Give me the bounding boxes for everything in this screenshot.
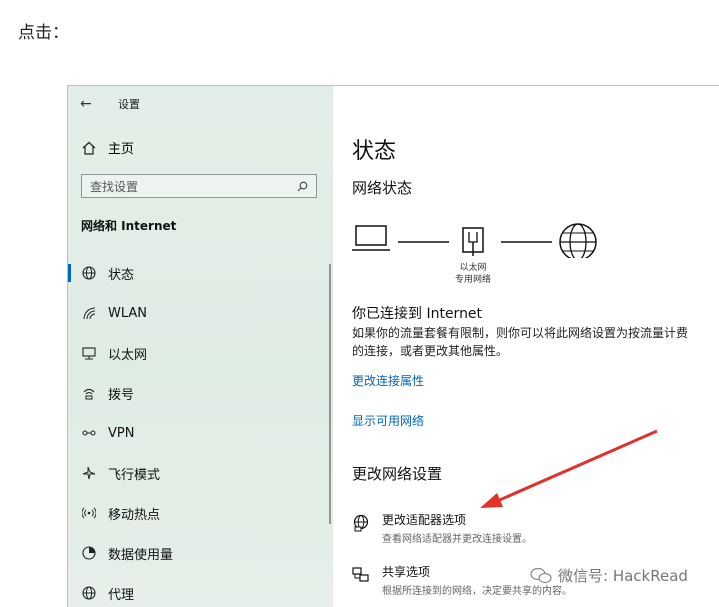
change-network-settings-heading: 更改网络设置 [352,465,443,483]
wifi-icon [80,306,98,320]
laptop-icon [352,225,390,251]
network-status-heading: 网络状态 [352,179,413,197]
settings-window: ← 设置 主页 查找设置 网络和 Internet 状态 WLAN 以太网 拨号… [67,85,719,607]
airplane-icon [80,466,98,480]
sidebar-item-ethernet[interactable]: 以太网 [68,334,328,372]
vpn-icon [80,426,98,440]
change-adapter-options[interactable]: 更改适配器选项 查看网络适配器并更改连接设置。 [352,511,532,545]
title-bar: ← 设置 [80,94,140,114]
wechat-icon [530,567,552,583]
globe-icon [80,266,98,280]
network-diagram: 以太网 专用网络 [352,218,612,285]
search-input[interactable]: 查找设置 [81,174,317,198]
watermark: 微信号: HackRead [530,565,688,586]
sidebar-item-label: VPN [108,425,135,441]
watermark-text: 微信号: HackRead [558,567,688,585]
sidebar-item-label: 代理 [108,587,135,603]
window-title: 设置 [118,98,140,111]
data-usage-icon [80,546,98,560]
sidebar-item-label: 移动热点 [108,507,161,523]
sidebar: ← 设置 主页 查找设置 网络和 Internet 状态 WLAN 以太网 拨号… [68,86,333,607]
share-icon [352,563,374,597]
sidebar-item-label: 飞行模式 [108,467,161,483]
option-title: 更改适配器选项 [382,513,467,527]
internet-globe-icon [559,223,597,261]
sidebar-item-label: 状态 [108,267,135,283]
search-placeholder: 查找设置 [90,179,139,194]
home-label: 主页 [108,142,135,157]
sidebar-item-airplane[interactable]: 飞行模式 [68,454,328,492]
sidebar-scrollbar[interactable] [329,264,331,524]
sidebar-item-label: 数据使用量 [108,547,174,563]
sidebar-item-dialup[interactable]: 拨号 [68,374,328,412]
home-icon [82,141,96,155]
sidebar-item-proxy[interactable]: 代理 [68,574,328,607]
home-nav-item[interactable]: 主页 [82,138,134,157]
adapter-label: 以太网 [459,263,487,273]
hotspot-icon [80,506,98,520]
back-arrow-icon[interactable]: ← [80,96,108,112]
connected-title: 你已连接到 Internet [352,306,483,322]
show-available-networks-link[interactable]: 显示可用网络 [352,412,424,429]
network-profile-label: 专用网络 [454,275,491,285]
proxy-globe-icon [80,586,98,600]
sidebar-item-vpn[interactable]: VPN [68,414,328,452]
page-caption: 点击： [18,23,69,43]
sidebar-item-label: WLAN [108,305,148,321]
connected-description: 如果你的流量套餐有限制，则你可以将此网络设置为按流量计费的连接，或者更改其他属性… [352,326,689,358]
adapter-globe-icon [352,511,374,545]
sidebar-item-label: 拨号 [108,387,135,403]
page-title: 状态 [352,139,397,164]
sidebar-item-hotspot[interactable]: 移动热点 [68,494,328,532]
sidebar-item-wlan[interactable]: WLAN [68,294,328,332]
dialup-icon [80,386,98,400]
option-description: 查看网络适配器并更改连接设置。 [382,534,532,545]
search-icon [297,181,308,191]
main-content: 状态 网络状态 以太网 专用网络 你已连接到 Internet 如果你的流量套餐… [333,86,719,607]
ethernet-port-icon [462,227,484,256]
sidebar-item-data-usage[interactable]: 数据使用量 [68,534,328,572]
change-connection-properties-link[interactable]: 更改连接属性 [352,372,424,389]
sidebar-item-label: 以太网 [108,347,148,363]
sidebar-item-status[interactable]: 状态 [68,254,328,292]
ethernet-icon [80,346,98,360]
sidebar-section-title: 网络和 Internet [81,219,177,233]
